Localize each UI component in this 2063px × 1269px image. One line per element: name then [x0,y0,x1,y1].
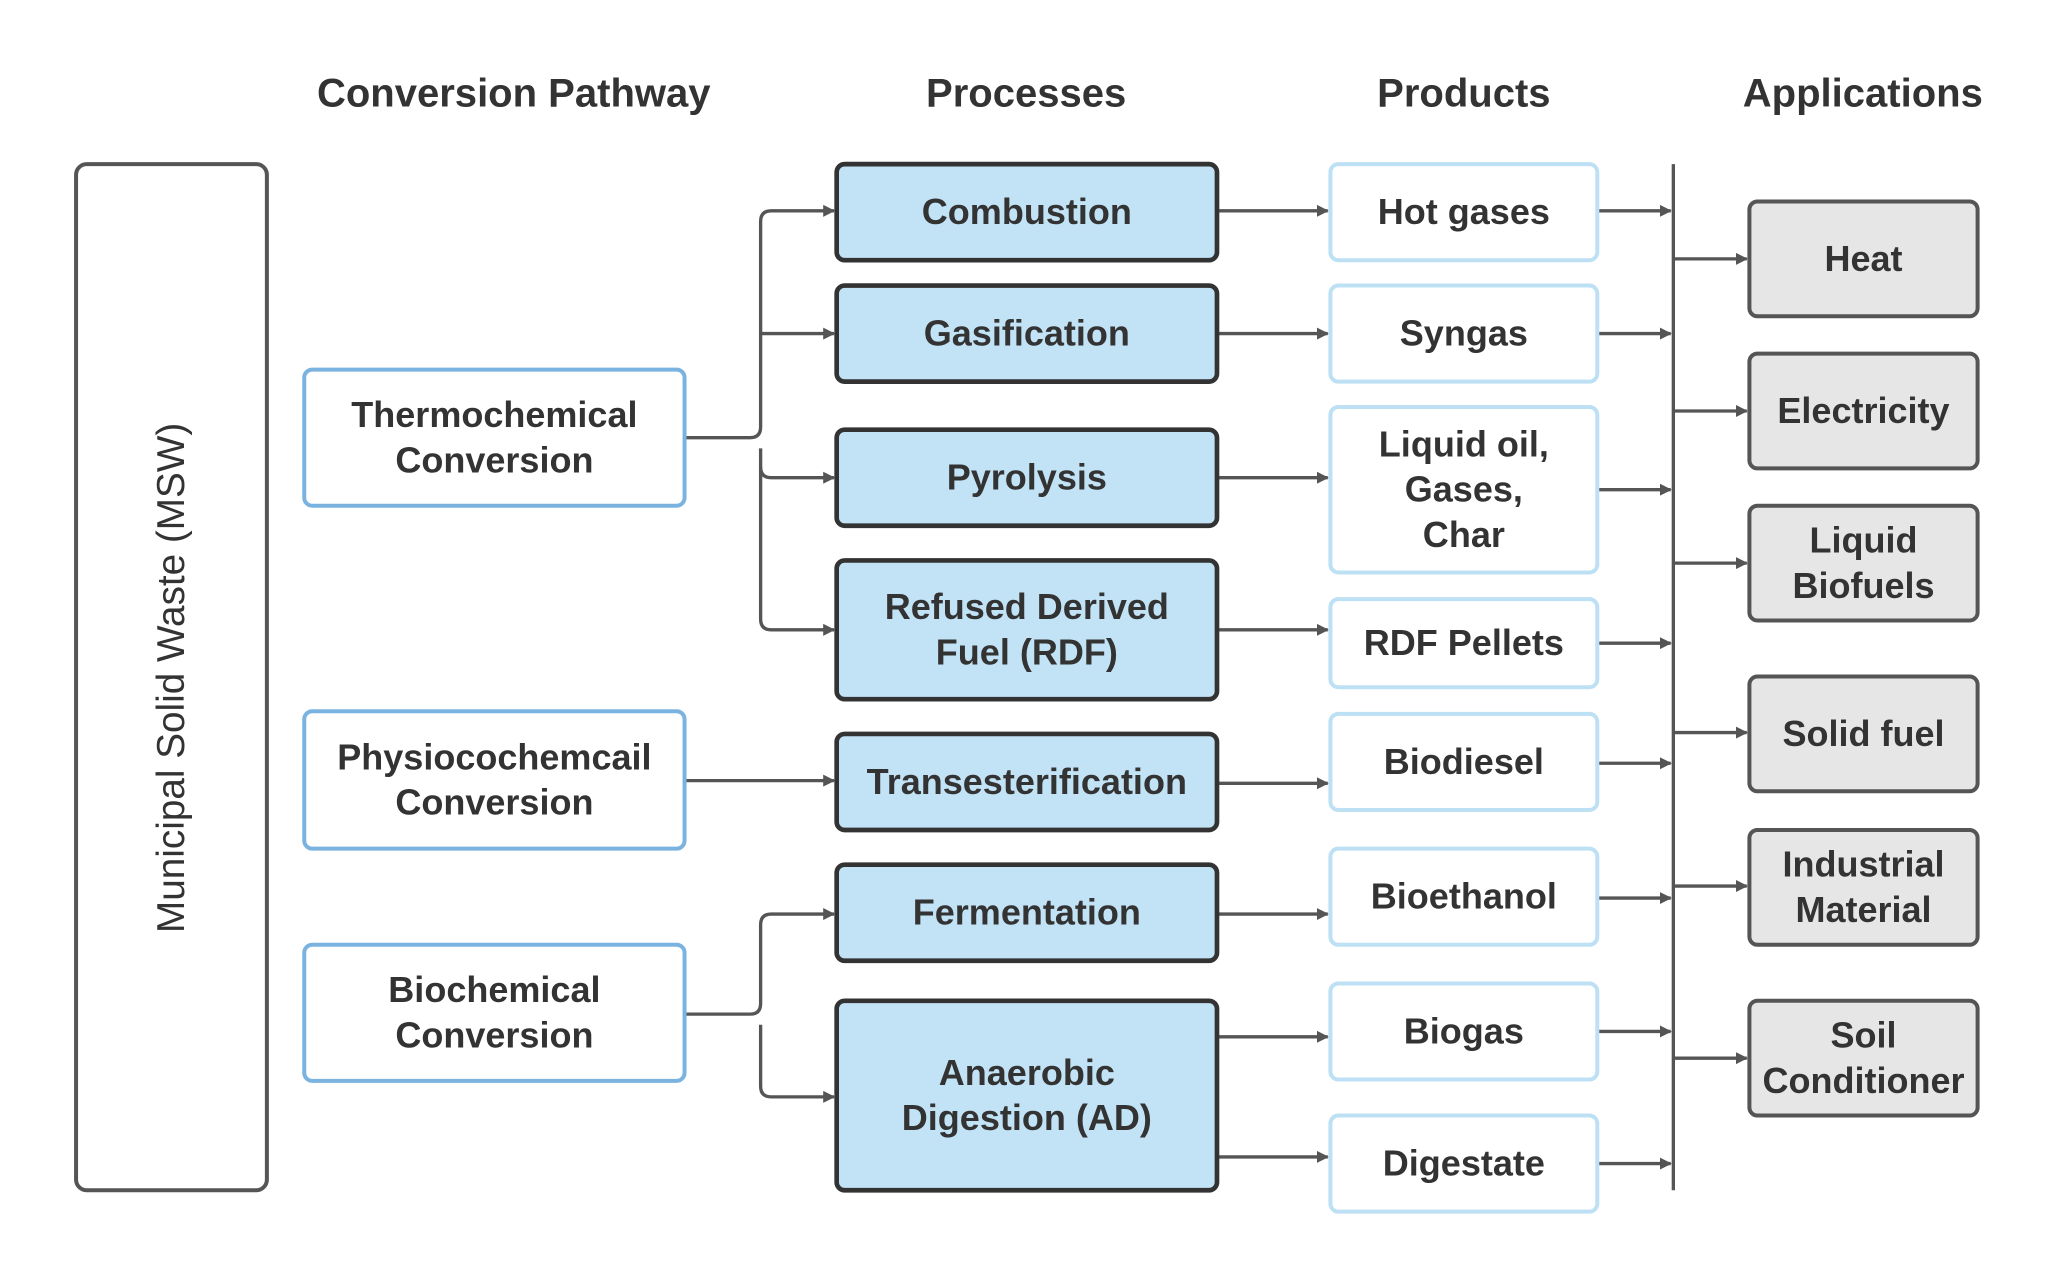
node-label: Conditioner [1762,1060,1964,1101]
column-header: Processes [926,72,1126,116]
column-header: Conversion Pathway [317,72,711,116]
node-label: Digestion (AD) [902,1097,1152,1138]
node-label: Liquid oil, [1379,423,1549,464]
msw-source-box: Municipal Solid Waste (MSW) [74,162,269,1193]
node-label: Digestate [1383,1143,1545,1184]
product-box: Liquid oil, Gases,Char [1328,404,1600,575]
process-box: Combustion [834,161,1220,263]
application-box: Solid fuel [1747,674,1980,794]
connector-arrow [684,204,836,440]
msw-label: Municipal Solid Waste (MSW) [150,423,193,933]
node-label: Syngas [1400,313,1528,354]
application-box: IndustrialMaterial [1747,827,1980,947]
pathway-box: ThermochemicalConversion [302,367,687,508]
node-label: Biodiesel [1384,741,1544,782]
node-label: RDF Pellets [1364,622,1564,663]
node-label: Conversion [395,782,593,823]
pathway-box: BiochemicalConversion [302,942,687,1083]
node-label: Electricity [1777,390,1949,431]
node-label: Hot gases [1378,191,1550,232]
product-box: Biodiesel [1328,711,1600,812]
application-box: Soil Conditioner [1747,998,1980,1118]
msw-conversion-diagram: Conversion Pathway Processes Products Appli… [74,72,1983,1214]
node-label: Soil [1830,1014,1896,1055]
application-box: Heat [1747,199,1980,319]
node-label: Liquid [1809,519,1917,560]
application-box: Liquid Biofuels [1747,503,1980,623]
connector-arrow [758,466,836,484]
connector-arrow [684,908,836,1016]
product-box: Syngas [1328,283,1600,384]
process-box: Gasification [834,283,1220,384]
pathway-box: Physiocochemcail Conversion [302,709,687,851]
product-box: Hot gases [1328,162,1600,263]
node-label: Material [1795,889,1931,930]
node-label: Heat [1824,238,1902,279]
node-label: Solid fuel [1782,713,1944,754]
node-label: Physiocochemcail [337,736,651,777]
node-label: Fuel (RDF) [936,632,1118,673]
node-label: Conversion [395,1014,593,1055]
node-label: Biogas [1404,1010,1524,1051]
product-box: Bioethanol [1328,846,1600,947]
connector-arrow [758,1024,836,1103]
node-label: Thermochemical [351,394,637,435]
node-label: Biochemical [388,969,600,1010]
node-label: Industrial [1782,844,1944,885]
node-label: Gases, [1405,469,1523,510]
product-box: Digestate [1328,1113,1600,1214]
column-header: Products [1377,72,1550,116]
node-label: Char [1423,514,1505,555]
node-label: Transesterification [867,761,1187,802]
node-label: Combustion [922,191,1132,232]
node-label: Anaerobic [939,1052,1115,1093]
process-box: Transesterification [834,731,1220,833]
node-label: Gasification [924,313,1130,354]
process-box: Fermentation [834,862,1220,964]
process-box: AnaerobicDigestion (AD) [834,998,1220,1193]
node-label: Pyrolysis [947,457,1107,498]
process-box: Pyrolysis [834,427,1220,529]
column-header: Applications [1743,72,1983,116]
product-box: Biogas [1328,981,1600,1082]
node-label: Bioethanol [1371,876,1557,917]
product-box: RDF Pellets [1328,597,1600,690]
node-label: Biofuels [1792,565,1934,606]
connector-arrow [758,448,836,636]
node-label: Fermentation [913,892,1141,933]
node-label: Conversion [395,439,593,480]
application-box: Electricity [1747,351,1980,471]
process-box: Refused Derived Fuel (RDF) [834,558,1220,702]
node-label: Refused Derived [885,586,1169,627]
